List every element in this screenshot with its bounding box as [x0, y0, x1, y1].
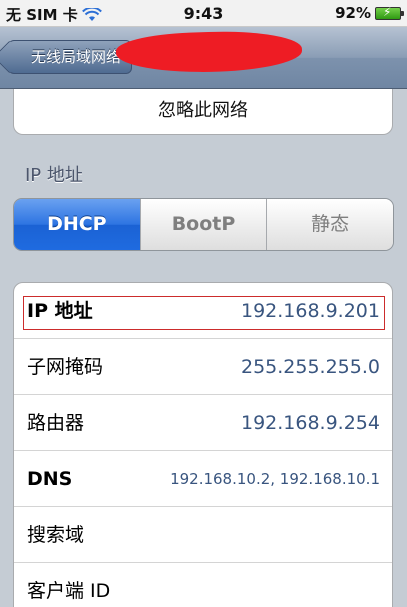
ip-section-title: IP 地址 — [25, 165, 83, 186]
row-dns[interactable]: DNS 192.168.10.2, 192.168.10.1 — [14, 451, 392, 507]
forget-network-label: 忽略此网络 — [158, 100, 248, 121]
segment-static[interactable]: 静态 — [267, 199, 393, 250]
status-bar: 无 SIM 卡 9:43 92% ⚡ — [0, 0, 407, 27]
settings-content: 忽略此网络 IP 地址 DHCP BootP 静态 IP 地址 192.168.… — [0, 89, 407, 607]
row-search-domains[interactable]: 搜索域 — [14, 507, 392, 563]
client-id-label: 客户端 ID — [27, 580, 111, 602]
forget-network-button[interactable]: 忽略此网络 — [13, 89, 393, 135]
navigation-bar: 无线局域网络 — [0, 27, 407, 89]
battery-icon: ⚡ — [375, 5, 404, 20]
battery-percent: 92% — [335, 4, 371, 22]
ip-mode-segmented-control: DHCP BootP 静态 — [13, 198, 394, 251]
back-button-label: 无线局域网络 — [31, 48, 122, 66]
router-label: 路由器 — [27, 412, 85, 434]
segment-bootp[interactable]: BootP — [140, 199, 268, 250]
row-client-id[interactable]: 客户端 ID — [14, 563, 392, 607]
router-value: 192.168.9.254 — [240, 412, 380, 434]
dns-value: 192.168.10.2, 192.168.10.1 — [170, 470, 380, 488]
row-ip-address[interactable]: IP 地址 192.168.9.201 — [14, 283, 392, 339]
subnet-mask-label: 子网掩码 — [27, 356, 104, 378]
row-router[interactable]: 路由器 192.168.9.254 — [14, 395, 392, 451]
row-subnet-mask[interactable]: 子网掩码 255.255.255.0 — [14, 339, 392, 395]
ip-address-value: 192.168.9.201 — [240, 300, 380, 322]
back-button[interactable]: 无线局域网络 — [8, 40, 133, 74]
subnet-mask-value: 255.255.255.0 — [240, 356, 380, 378]
status-right: 92% ⚡ — [335, 4, 404, 22]
search-domains-label: 搜索域 — [27, 524, 85, 546]
segment-dhcp[interactable]: DHCP — [14, 199, 141, 250]
ip-address-label: IP 地址 — [27, 300, 93, 322]
dns-label: DNS — [27, 468, 73, 490]
redaction-mark — [115, 28, 303, 76]
ip-details-group: IP 地址 192.168.9.201 子网掩码 255.255.255.0 路… — [13, 282, 393, 607]
